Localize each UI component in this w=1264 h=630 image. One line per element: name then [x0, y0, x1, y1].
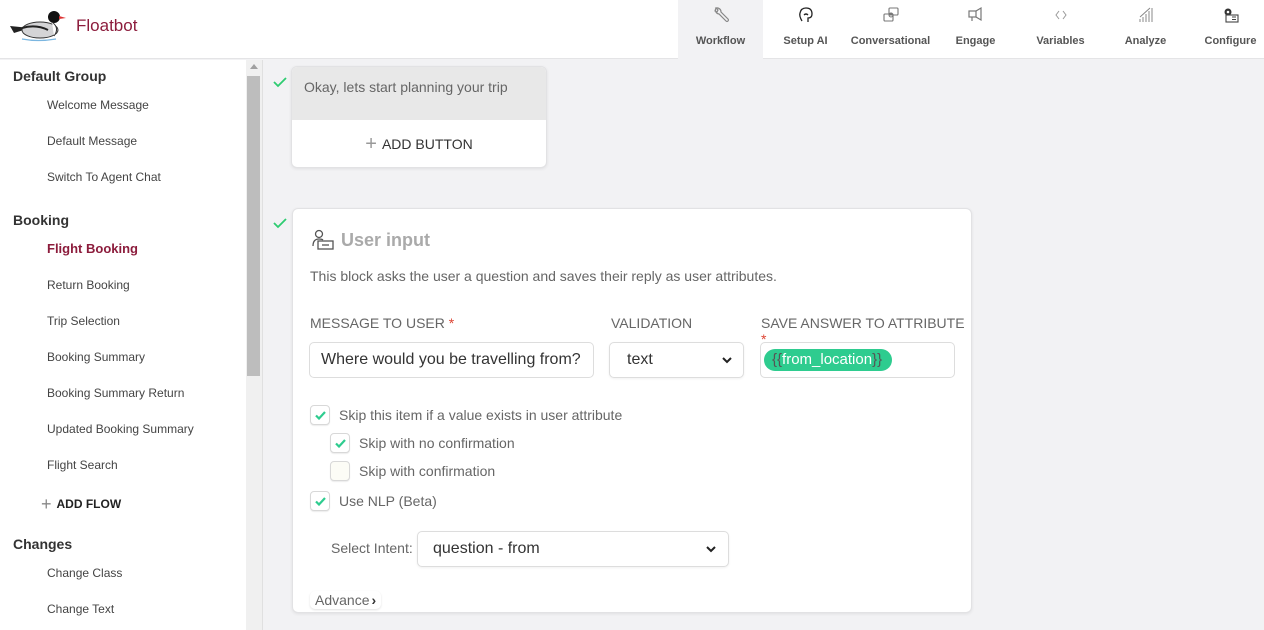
scroll-up-arrow-icon[interactable] [250, 64, 258, 69]
user-input-card: User input This block asks the user a qu… [292, 208, 972, 613]
checkmark-icon [334, 438, 346, 448]
message-to-user-label: MESSAGE TO USER * [310, 315, 454, 331]
advance-label: Advance [315, 592, 370, 608]
checkmark-icon [314, 410, 326, 420]
save-attribute-input[interactable]: {{from_location}} [760, 342, 955, 378]
flow-item[interactable]: Default Message [47, 134, 137, 148]
nav-label: Setup AI [783, 35, 828, 47]
validation-value: text [627, 351, 653, 368]
flow-item[interactable]: Switch To Agent Chat [47, 170, 161, 184]
tag-close-brace: }} [872, 351, 883, 368]
flow-item[interactable]: Booking Summary [47, 350, 145, 364]
flow-item[interactable]: Change Class [47, 566, 122, 580]
nav-analyze[interactable]: Analyze [1103, 0, 1188, 59]
nav-conversational[interactable]: Conversational [848, 0, 933, 59]
block-title-text: User input [341, 229, 431, 250]
select-intent-dropdown[interactable]: question - from [417, 531, 729, 567]
advance-button[interactable]: Advance › [310, 591, 382, 609]
chevron-down-icon [706, 545, 716, 552]
chevron-down-icon [722, 356, 732, 363]
validation-select[interactable]: text [609, 342, 744, 378]
nav-label: Engage [955, 35, 996, 47]
nav-label: Analyze [1124, 35, 1167, 47]
user-input-icon [312, 229, 334, 250]
sidebar-scrollbar[interactable] [246, 60, 263, 630]
flow-item-active[interactable]: Flight Booking [47, 241, 138, 256]
code-brackets-icon [1052, 5, 1070, 25]
wrench-icon [712, 5, 730, 25]
checkbox-label: Skip with confirmation [359, 463, 496, 479]
checkbox-label: Use NLP (Beta) [339, 493, 437, 509]
nav-configure[interactable]: Configure [1188, 0, 1264, 59]
chat-gear-icon [882, 5, 900, 25]
flow-item[interactable]: Change Text [47, 602, 114, 616]
checkbox-label: Skip this item if a value exists in user… [339, 407, 623, 423]
checkbox-unchecked[interactable] [330, 461, 350, 481]
block-title: User input [311, 229, 430, 251]
use-nlp-checkbox[interactable]: Use NLP (Beta) [310, 491, 437, 511]
label-text: SAVE ANSWER TO ATTRIBUTE [761, 315, 965, 331]
checkbox-label: Skip with no confirmation [359, 435, 515, 451]
checkbox-checked[interactable] [310, 491, 330, 511]
message-to-user-input[interactable]: Where would you be travelling from? [309, 342, 594, 378]
nav-label: Conversational [850, 35, 931, 47]
main-nav: Workflow Setup AI Conversational Engage … [678, 0, 1264, 59]
app-name: Floatbot [76, 16, 138, 35]
attribute-tag[interactable]: {{from_location}} [764, 349, 893, 371]
block-description: This block asks the user a question and … [310, 268, 777, 284]
intent-value: question - from [433, 540, 540, 557]
tag-name: from_location [782, 351, 873, 368]
scroll-thumb[interactable] [247, 76, 260, 376]
group-title: Default Group [13, 68, 107, 84]
flow-sidebar: Default Group Welcome Message Default Me… [0, 60, 246, 630]
logo[interactable]: Floatbot [8, 6, 137, 44]
bar-chart-icon [1137, 5, 1155, 25]
check-icon [273, 77, 287, 88]
text-message-card: Okay, lets start planning your trip + AD… [291, 66, 547, 168]
skip-with-confirmation-checkbox[interactable]: Skip with confirmation [330, 461, 495, 481]
plus-icon: + [41, 494, 52, 514]
megaphone-icon [967, 5, 985, 25]
flow-item[interactable]: Updated Booking Summary [47, 422, 194, 436]
seagull-logo-icon [10, 11, 66, 42]
plus-icon: + [365, 133, 377, 155]
chevron-right-icon: › [371, 592, 377, 608]
nav-setup-ai[interactable]: Setup AI [763, 0, 848, 59]
skip-if-exists-checkbox[interactable]: Skip this item if a value exists in user… [310, 405, 622, 425]
nav-label: Workflow [695, 35, 746, 47]
settings-icon [1222, 5, 1240, 25]
checkmark-icon [314, 496, 326, 506]
add-button[interactable]: + ADD BUTTON [292, 120, 546, 167]
nav-variables[interactable]: Variables [1018, 0, 1103, 59]
nav-label: Configure [1204, 35, 1257, 47]
checkbox-checked[interactable] [310, 405, 330, 425]
group-title: Booking [13, 212, 69, 228]
message-text[interactable]: Okay, lets start planning your trip [292, 67, 546, 120]
add-flow-label: ADD FLOW [56, 497, 122, 511]
nav-engage[interactable]: Engage [933, 0, 1018, 59]
brain-icon [797, 5, 815, 25]
checkbox-checked[interactable] [330, 433, 350, 453]
group-title: Changes [13, 536, 73, 552]
add-button-label: ADD BUTTON [381, 136, 473, 152]
add-flow-button[interactable]: + ADD FLOW [41, 494, 122, 514]
skip-no-confirmation-checkbox[interactable]: Skip with no confirmation [330, 433, 515, 453]
nav-label: Variables [1036, 35, 1085, 47]
required-mark: * [448, 315, 455, 331]
flow-item[interactable]: Flight Search [47, 458, 118, 472]
top-header: Floatbot Workflow Setup AI Conversationa… [0, 0, 1264, 59]
flow-item[interactable]: Welcome Message [47, 98, 149, 112]
check-icon [273, 218, 287, 229]
nav-workflow[interactable]: Workflow [678, 0, 763, 59]
select-intent-label: Select Intent: [331, 540, 413, 556]
flow-item[interactable]: Return Booking [47, 278, 130, 292]
flow-item[interactable]: Booking Summary Return [47, 386, 184, 400]
tag-open-brace: {{ [772, 351, 783, 368]
validation-label: VALIDATION [611, 315, 693, 331]
flow-item[interactable]: Trip Selection [47, 314, 120, 328]
label-text: MESSAGE TO USER [310, 315, 445, 331]
